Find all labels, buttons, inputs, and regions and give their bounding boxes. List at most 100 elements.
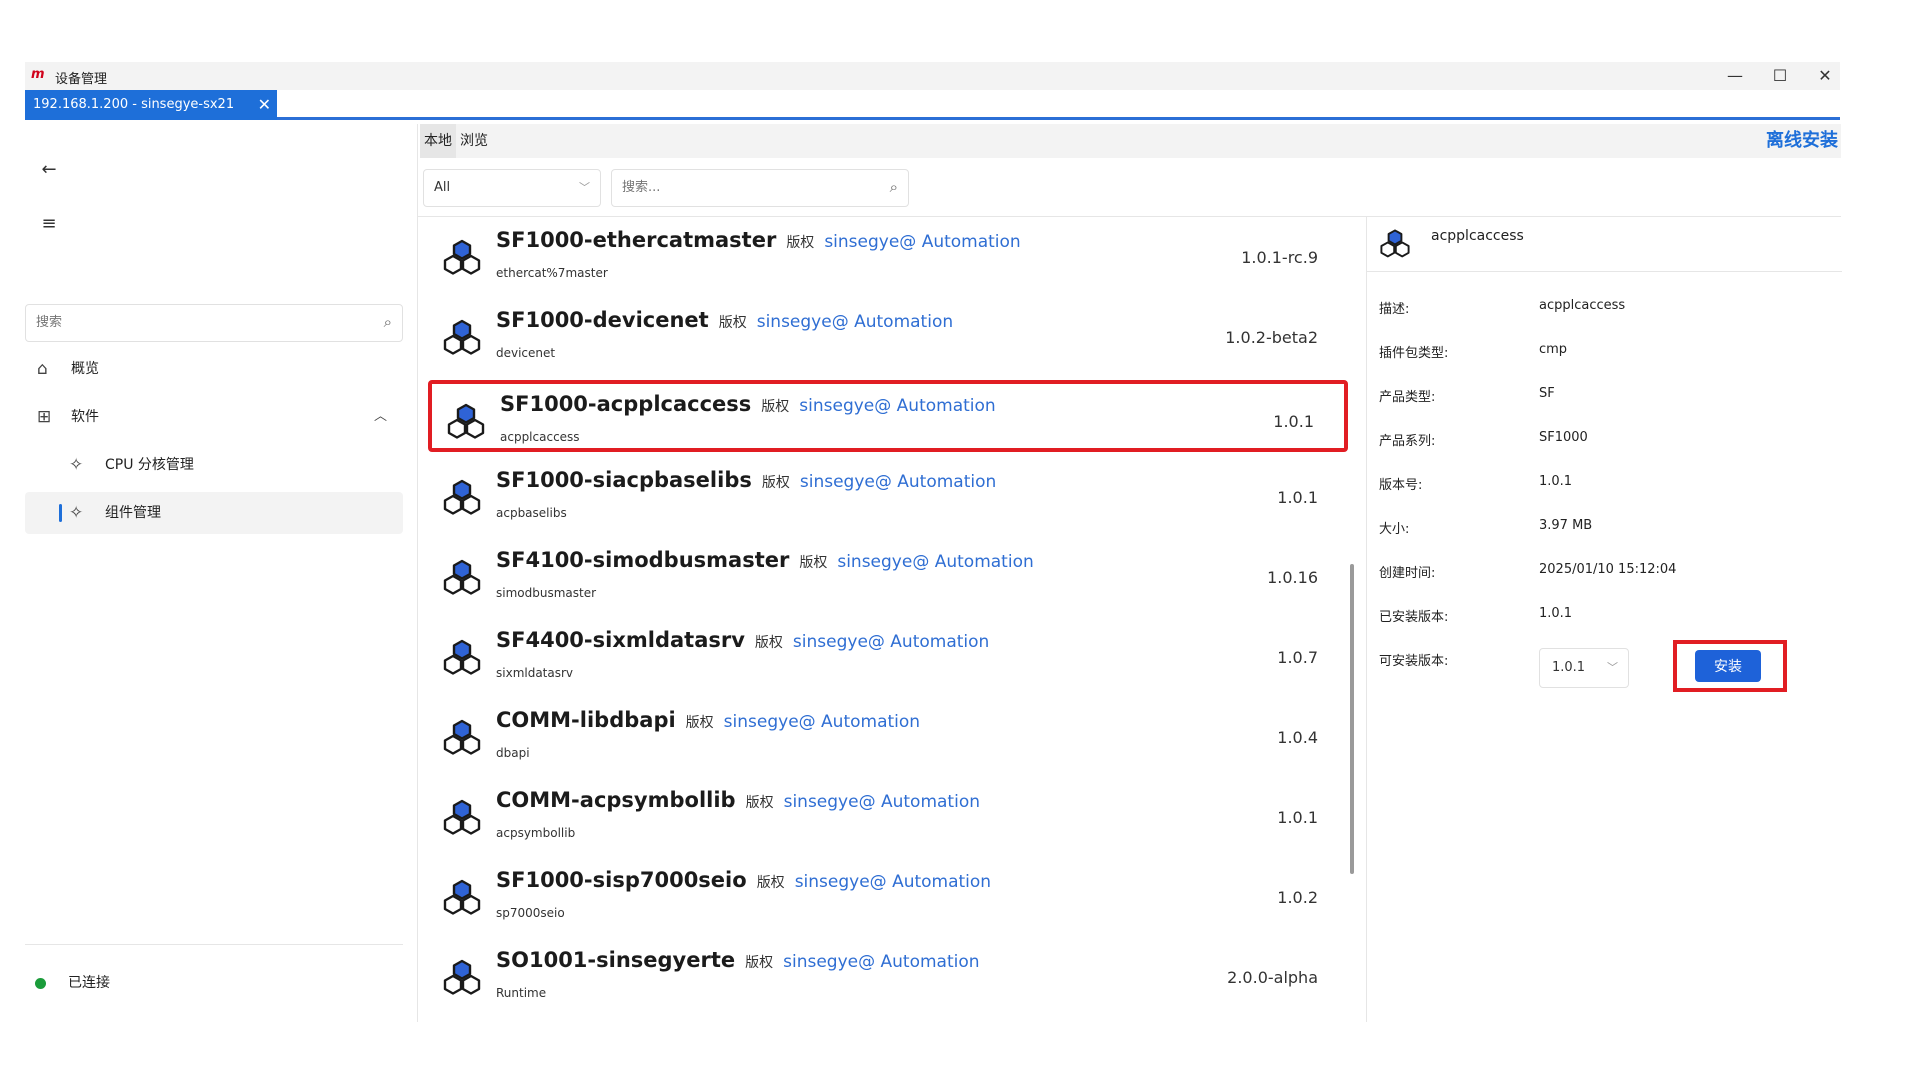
sidebar-item-software[interactable]: ⊞ 软件 ︿ (25, 396, 403, 438)
package-search-input[interactable] (612, 170, 852, 204)
package-title: COMM-acpsymbollib (496, 788, 736, 812)
package-version: 1.0.16 (1267, 568, 1318, 587)
package-author-link[interactable]: sinsegye@ Automation (784, 792, 980, 812)
package-author-link[interactable]: sinsegye@ Automation (783, 952, 979, 972)
package-id: ethercat%7master (496, 266, 608, 280)
package-author-link[interactable]: sinsegye@ Automation (795, 872, 991, 892)
list-scrollbar[interactable] (1350, 564, 1354, 874)
tab-browse[interactable]: 浏览 (456, 124, 492, 158)
chevron-down-icon: ﹀ (579, 181, 590, 194)
sidebar-item-component-management[interactable]: ✧ 组件管理 (25, 492, 403, 534)
list-item[interactable]: SF1000-devicenet 版权 sinsegye@ Automation de… (428, 300, 1348, 372)
chevron-down-icon: ﹀ (1607, 661, 1618, 674)
package-title: SF4400-sixmldatasrv (496, 628, 745, 652)
list-item[interactable]: SF1000-sisp7000seio 版权 sinsegye@ Automatio… (428, 860, 1348, 932)
grid-icon: ⊞ (37, 407, 52, 427)
package-cube-icon (443, 799, 481, 835)
package-name: COMM-acpsymbollib 版权 sinsegye@ Automation (496, 788, 980, 812)
search-icon[interactable]: ⌕ (890, 178, 898, 196)
status-dot-icon (35, 977, 46, 989)
sidebar-search-input[interactable] (26, 305, 326, 339)
package-cube-icon (443, 559, 481, 595)
package-author-link[interactable]: sinsegye@ Automation (793, 632, 989, 652)
connection-tab[interactable]: 192.168.1.200 - sinsegye-sx21 ✕ (25, 90, 277, 120)
maximize-button[interactable]: ☐ (1760, 64, 1800, 88)
detail-row: 产品系列: SF1000 (1379, 424, 1839, 454)
package-rights: 版权 (761, 399, 790, 415)
back-arrow-icon[interactable]: ← (37, 158, 61, 182)
detail-row: 创建时间: 2025/01/10 15:12:04 (1379, 556, 1839, 586)
detail-key: 已安装版本: (1379, 610, 1449, 625)
minimize-button[interactable]: — (1715, 64, 1755, 88)
package-author-link[interactable]: sinsegye@ Automation (757, 312, 953, 332)
detail-value: cmp (1539, 342, 1568, 357)
package-id: sp7000seio (496, 906, 565, 920)
package-rights: 版权 (745, 795, 774, 811)
active-indicator (59, 504, 62, 522)
list-item[interactable]: COMM-acpsymbollib 版权 sinsegye@ Automation a… (428, 780, 1348, 852)
package-title: SF1000-acpplcaccess (500, 392, 752, 416)
package-cube-icon (443, 719, 481, 755)
installable-version-select[interactable]: 1.0.1 ﹀ (1539, 648, 1629, 688)
category-filter-select[interactable]: All ﹀ (423, 169, 601, 207)
package-author-link[interactable]: sinsegye@ Automation (724, 712, 920, 732)
chevron-up-icon[interactable]: ︿ (374, 396, 387, 438)
installable-version-value: 1.0.1 (1552, 660, 1586, 675)
sidebar-divider (25, 944, 403, 945)
home-icon: ⌂ (37, 359, 48, 379)
package-version: 2.0.0-alpha (1227, 968, 1318, 987)
package-title: SF1000-ethercatmaster (496, 228, 777, 252)
sidebar-item-overview[interactable]: ⌂ 概览 (25, 348, 403, 390)
detail-value: 1.0.1 (1539, 474, 1573, 489)
package-author-link[interactable]: sinsegye@ Automation (824, 232, 1020, 252)
detail-key: 大小: (1379, 522, 1410, 537)
offline-install-button[interactable]: 离线安装 (1766, 124, 1838, 158)
package-title: SF4100-simodbusmaster (496, 548, 790, 572)
detail-row: 产品类型: SF (1379, 380, 1839, 410)
list-item[interactable]: SF1000-siacpbaselibs 版权 sinsegye@ Automati… (428, 460, 1348, 532)
detail-key: 插件包类型: (1379, 346, 1449, 361)
detail-value: acpplcaccess (1539, 298, 1626, 313)
package-author-link[interactable]: sinsegye@ Automation (837, 552, 1033, 572)
package-rights: 版权 (756, 875, 785, 891)
list-item[interactable]: SF1000-acpplcaccess 版权 sinsegye@ Automatio… (428, 380, 1348, 452)
install-highlight-box: 安装 (1673, 640, 1787, 692)
tab-local[interactable]: 本地 (420, 124, 456, 158)
main-panel: 本地浏览 离线安装 All ﹀ ⌕ SF1000-ethercatmaster 版… (417, 124, 1842, 1022)
detail-key: 产品类型: (1379, 390, 1436, 405)
package-name: COMM-libdbapi 版权 sinsegye@ Automation (496, 708, 920, 732)
detail-row: 插件包类型: cmp (1379, 336, 1839, 366)
package-version: 1.0.4 (1277, 728, 1318, 747)
package-detail-panel: acpplcaccess 描述: acpplcaccess 插件包类型: cmp 产品类… (1366, 216, 1842, 1022)
sidebar-item-cpu-core[interactable]: ✧ CPU 分核管理 (25, 444, 403, 486)
install-button[interactable]: 安装 (1695, 650, 1761, 682)
package-cube-icon (1380, 229, 1410, 258)
detail-row: 版本号: 1.0.1 (1379, 468, 1839, 498)
detail-value: 3.97 MB (1539, 518, 1593, 533)
connection-status: 已连接 (35, 972, 110, 992)
package-author-link[interactable]: sinsegye@ Automation (799, 396, 995, 416)
package-version: 1.0.1 (1273, 412, 1314, 431)
search-icon[interactable]: ⌕ (384, 313, 392, 331)
list-item[interactable]: SF1000-ethercatmaster 版权 sinsegye@ Automat… (428, 220, 1348, 292)
package-name: SF4100-simodbusmaster 版权 sinsegye@ Automat… (496, 548, 1034, 572)
package-title: SF1000-devicenet (496, 308, 709, 332)
package-author-link[interactable]: sinsegye@ Automation (800, 472, 996, 492)
package-rights: 版权 (754, 635, 783, 651)
detail-key: 描述: (1379, 302, 1410, 317)
list-item[interactable]: COMM-libdbapi 版权 sinsegye@ Automation dbapi… (428, 700, 1348, 772)
list-item[interactable]: SO1001-sinsegyerte 版权 sinsegye@ Automation… (428, 940, 1348, 1012)
close-tab-icon[interactable]: ✕ (258, 90, 271, 120)
package-search: ⌕ (611, 169, 909, 207)
package-name: SO1001-sinsegyerte 版权 sinsegye@ Automation (496, 948, 980, 972)
detail-value: 1.0.1 (1539, 606, 1573, 621)
package-rights: 版权 (685, 715, 714, 731)
hamburger-menu-icon[interactable]: ≡ (37, 212, 61, 236)
close-window-button[interactable]: ✕ (1805, 64, 1845, 88)
list-item[interactable]: SF4400-sixmldatasrv 版权 sinsegye@ Automatio… (428, 620, 1348, 692)
package-cube-icon (443, 319, 481, 355)
list-item[interactable]: SF4100-simodbusmaster 版权 sinsegye@ Automat… (428, 540, 1348, 612)
package-version: 1.0.2 (1277, 888, 1318, 907)
connection-tab-bar: 192.168.1.200 - sinsegye-sx21 ✕ (25, 90, 1840, 120)
package-name: SF1000-ethercatmaster 版权 sinsegye@ Automat… (496, 228, 1021, 252)
